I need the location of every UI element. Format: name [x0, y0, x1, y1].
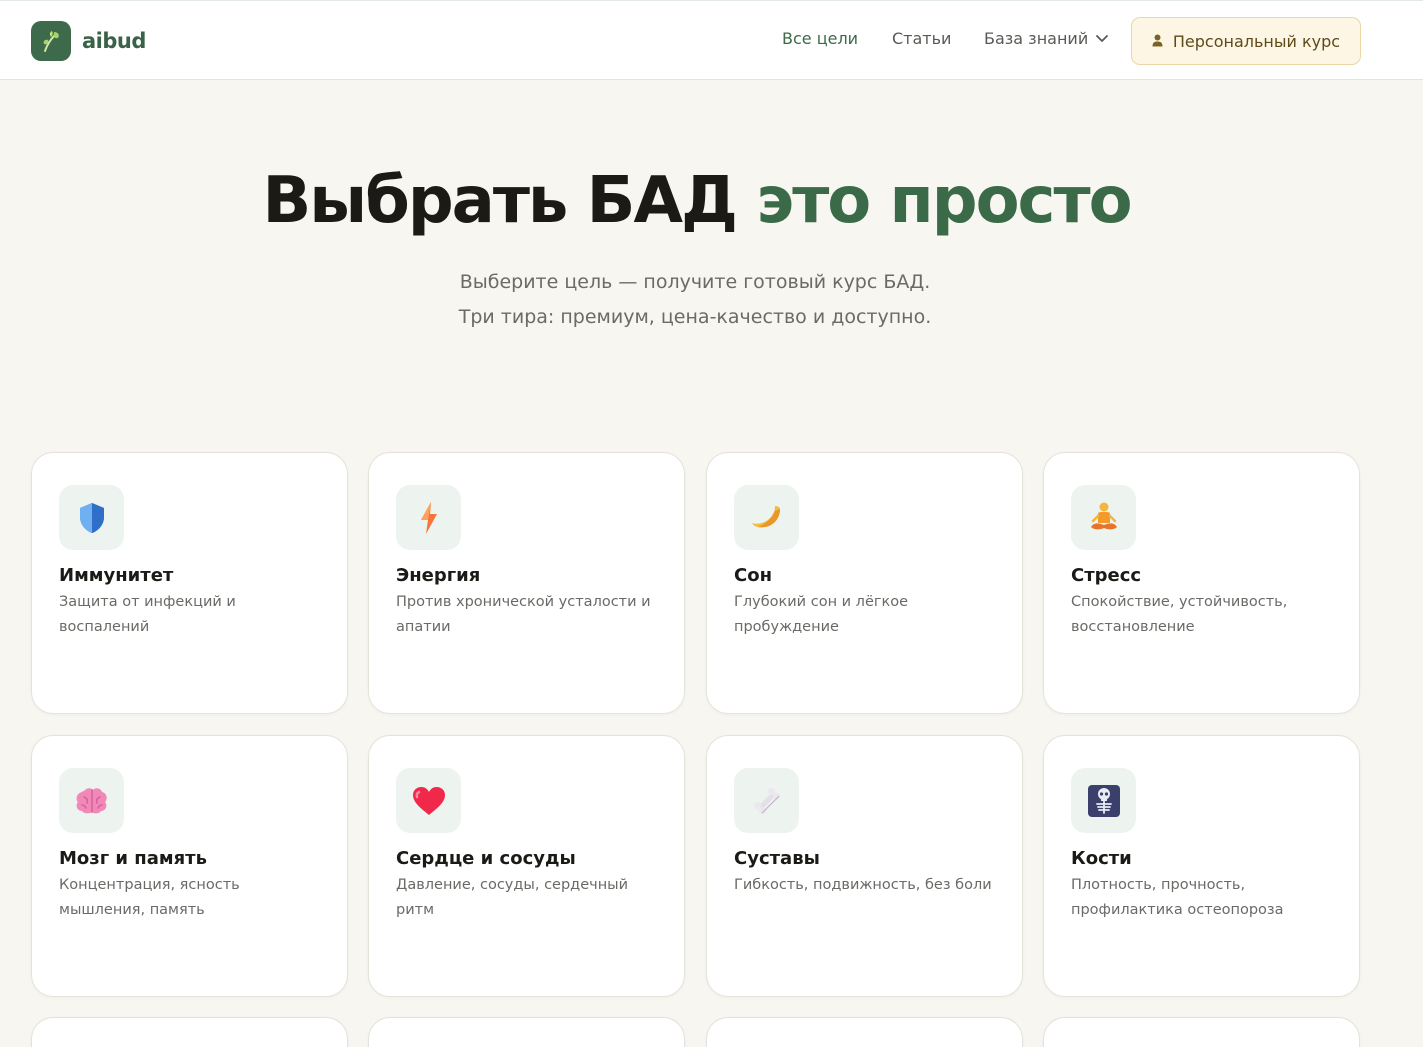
- goal-card-partial[interactable]: [1043, 1017, 1360, 1047]
- goal-title: Энергия: [396, 565, 481, 586]
- nav-all-goals[interactable]: Все цели: [782, 29, 858, 48]
- page-title: Выбрать БАД это просто: [0, 164, 1393, 238]
- goal-card-energy[interactable]: Энергия Против хронической усталости и а…: [368, 452, 685, 714]
- title-accent: это просто: [756, 164, 1132, 238]
- goal-description: Защита от инфекций и воспалений: [59, 594, 236, 635]
- goal-description: Плотность, прочность, профилактика остео…: [1071, 877, 1284, 918]
- goal-description: Спокойствие, устойчивость, восстановлени…: [1071, 594, 1288, 635]
- goal-title: Суставы: [734, 848, 820, 869]
- chevron-down-icon: [1096, 28, 1109, 47]
- personal-course-button[interactable]: Персональный курс: [1131, 17, 1361, 65]
- subtitle-line-1: Выберите цель — получите готовый курс БА…: [459, 271, 931, 293]
- goal-description: Давление, сосуды, сердечный ритм: [396, 877, 629, 918]
- goal-title: Стресс: [1071, 565, 1142, 586]
- goal-card-joints[interactable]: Суставы Гибкость, подвижность, без боли: [706, 735, 1023, 997]
- goal-description: Против хронической усталости и апатии: [396, 594, 651, 635]
- goal-card-heart[interactable]: Сердце и сосуды Давление, сосуды, сердеч…: [368, 735, 685, 997]
- title-main: Выбрать БАД: [262, 164, 737, 238]
- site-header: aibud Все цели Статьи База знаний Персон…: [0, 0, 1423, 80]
- nav-knowledge-base-label: База знаний: [984, 29, 1089, 48]
- skeleton-icon: [1071, 768, 1136, 833]
- goal-card-partial[interactable]: [706, 1017, 1023, 1047]
- goal-card-partial[interactable]: [368, 1017, 685, 1047]
- bone-icon: [734, 768, 799, 833]
- goal-card-sleep[interactable]: Сон Глубокий сон и лёгкое пробуждение: [706, 452, 1023, 714]
- goal-card-immunity[interactable]: Иммунитет Защита от инфекций и воспалени…: [31, 452, 348, 714]
- personal-course-label: Персональный курс: [1172, 31, 1341, 51]
- heart-icon: [396, 768, 461, 833]
- goal-title: Иммунитет: [59, 565, 174, 586]
- goal-card-partial[interactable]: [31, 1017, 348, 1047]
- goal-card-stress[interactable]: Стресс Спокойствие, устойчивость, восста…: [1043, 452, 1360, 714]
- meditation-icon: [1071, 485, 1136, 550]
- moon-icon: [734, 485, 799, 550]
- goal-description: Гибкость, подвижность, без боли: [734, 877, 992, 893]
- goal-title: Мозг и память: [59, 848, 207, 869]
- goal-description: Концентрация, ясность мышления, память: [59, 877, 240, 918]
- goal-card-brain[interactable]: Мозг и память Концентрация, ясность мышл…: [31, 735, 348, 997]
- person-icon: [1152, 32, 1163, 51]
- goal-title: Кости: [1071, 848, 1132, 869]
- goal-title: Сон: [734, 565, 773, 586]
- lightning-icon: [396, 485, 461, 550]
- shield-icon: [59, 485, 124, 550]
- subtitle-line-2: Три тира: премиум, цена-качество и досту…: [458, 306, 932, 328]
- brain-icon: [59, 768, 124, 833]
- nav-knowledge-base[interactable]: База знаний: [984, 28, 1109, 49]
- goal-card-bones[interactable]: Кости Плотность, прочность, профилактика…: [1043, 735, 1360, 997]
- nav-articles[interactable]: Статьи: [892, 29, 951, 48]
- goal-description: Глубокий сон и лёгкое пробуждение: [734, 594, 909, 635]
- hero-subtitle: Выберите цель — получите готовый курс БА…: [0, 265, 1390, 335]
- goal-title: Сердце и сосуды: [396, 848, 576, 869]
